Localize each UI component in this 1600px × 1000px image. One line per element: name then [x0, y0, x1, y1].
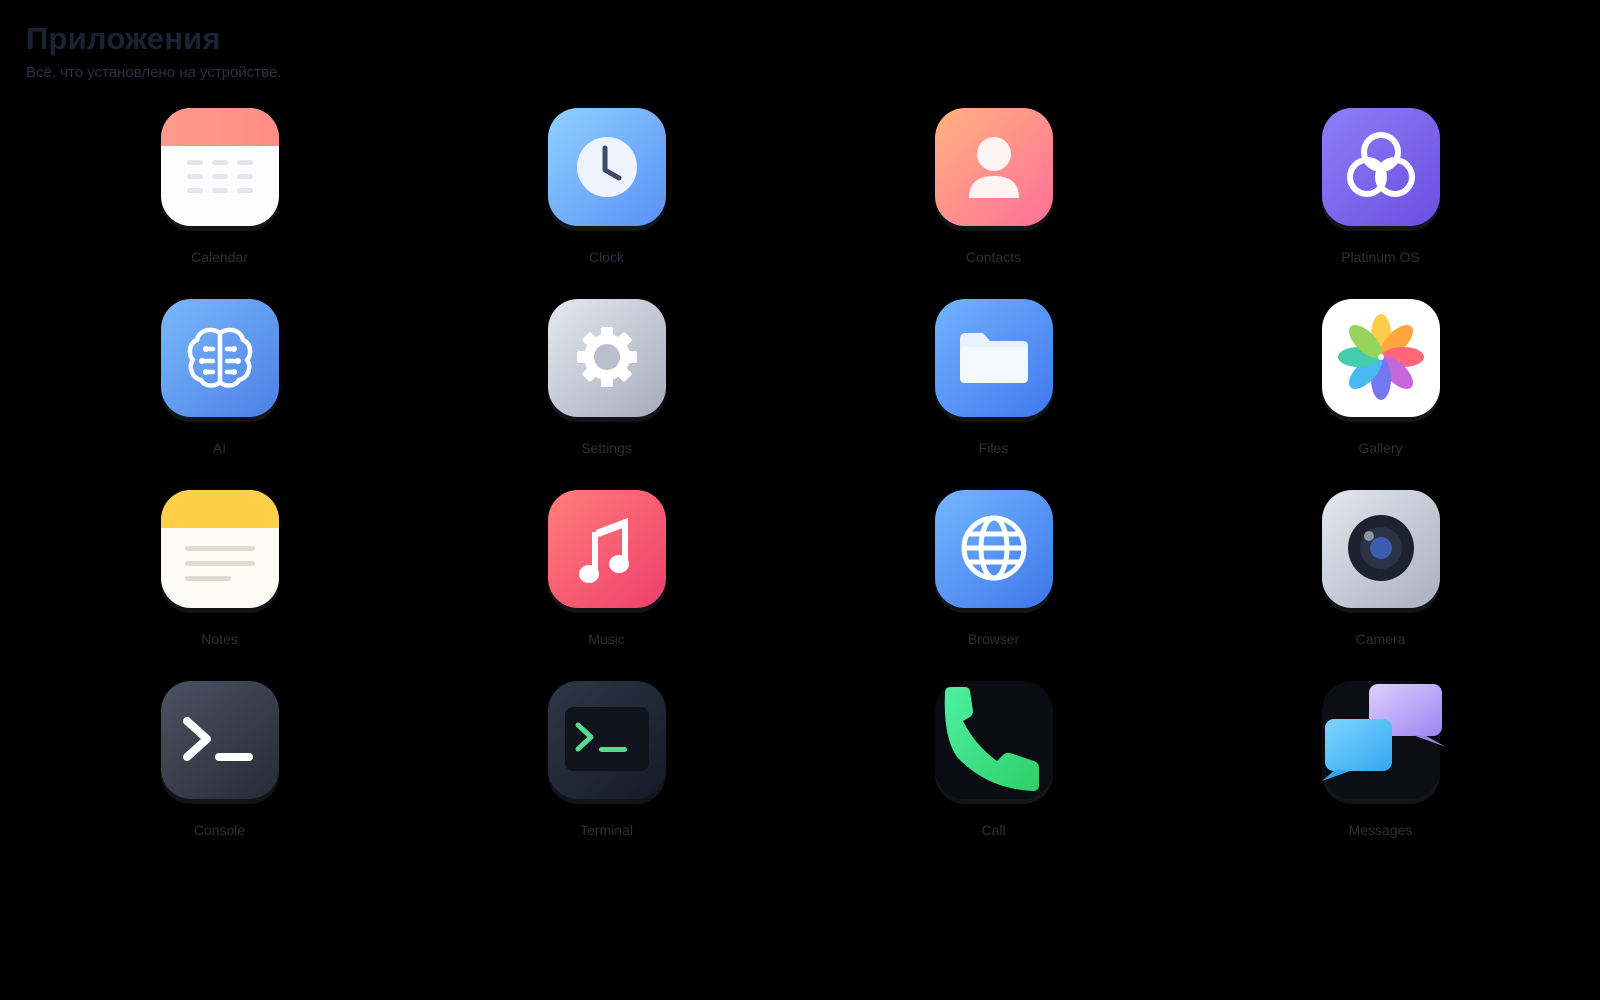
app-platinum-os[interactable]: Platinum OS — [1187, 108, 1574, 299]
phone-icon[interactable] — [934, 681, 1053, 799]
app-label-contacts: Contacts — [965, 249, 1022, 265]
app-label-calendar: Calendar — [191, 249, 248, 265]
console-prompt-icon[interactable] — [160, 681, 279, 799]
gallery-flower-icon[interactable] — [1321, 299, 1440, 417]
app-label-call: Call — [981, 822, 1006, 838]
app-calendar[interactable]: Calendar — [26, 108, 413, 299]
camera-lens-icon[interactable] — [1321, 490, 1440, 608]
calendar-icon[interactable] — [160, 108, 279, 226]
app-gallery[interactable]: Gallery — [1187, 299, 1574, 490]
app-label-gallery: Gallery — [1358, 440, 1403, 456]
app-music[interactable]: Music — [413, 490, 800, 681]
app-files[interactable]: Files — [800, 299, 1187, 490]
clock-icon[interactable] — [547, 108, 666, 226]
app-terminal[interactable]: Terminal — [413, 681, 800, 872]
app-clock[interactable]: Clock — [413, 108, 800, 299]
brain-icon[interactable] — [160, 299, 279, 417]
app-label-console: Console — [193, 822, 246, 838]
app-contacts[interactable]: Contacts — [800, 108, 1187, 299]
app-camera[interactable]: Camera — [1187, 490, 1574, 681]
app-label-messages: Messages — [1348, 822, 1413, 838]
app-browser[interactable]: Browser — [800, 490, 1187, 681]
app-label-browser: Browser — [967, 631, 1020, 647]
app-ai[interactable]: AI — [26, 299, 413, 490]
app-label-notes: Notes — [201, 631, 238, 647]
app-call[interactable]: Call — [800, 681, 1187, 872]
app-label-camera: Camera — [1355, 631, 1406, 647]
app-console[interactable]: Console — [26, 681, 413, 872]
app-messages[interactable]: Messages — [1187, 681, 1574, 872]
notes-icon[interactable] — [160, 490, 279, 608]
app-label-terminal: Terminal — [580, 822, 633, 838]
app-label-settings: Settings — [581, 440, 632, 456]
contacts-icon[interactable] — [934, 108, 1053, 226]
app-label-files: Files — [978, 440, 1009, 456]
page-title: Приложения — [26, 21, 221, 56]
globe-icon[interactable] — [934, 490, 1053, 608]
app-label-music: Music — [588, 631, 625, 647]
gear-icon[interactable] — [547, 299, 666, 417]
apps-page: Приложения Всё, что установлено на устро… — [0, 0, 1600, 1000]
app-label-clock: Clock — [588, 249, 624, 265]
terminal-prompt-icon[interactable] — [547, 681, 666, 799]
music-note-icon[interactable] — [547, 490, 666, 608]
page-header: Приложения Всё, что установлено на устро… — [26, 20, 281, 82]
app-label-ai: AI — [212, 440, 227, 456]
page-subtitle: Всё, что установлено на устройстве. — [26, 64, 282, 81]
app-notes[interactable]: Notes — [26, 490, 413, 681]
app-label-platinum-os: Platinum OS — [1341, 249, 1420, 265]
app-grid: Calendar Clock Contacts Platinum OS AI S… — [26, 108, 1574, 872]
app-settings[interactable]: Settings — [413, 299, 800, 490]
chat-bubbles-icon[interactable] — [1321, 681, 1446, 799]
platinum-os-icon[interactable] — [1321, 108, 1440, 226]
folder-icon[interactable] — [934, 299, 1053, 417]
